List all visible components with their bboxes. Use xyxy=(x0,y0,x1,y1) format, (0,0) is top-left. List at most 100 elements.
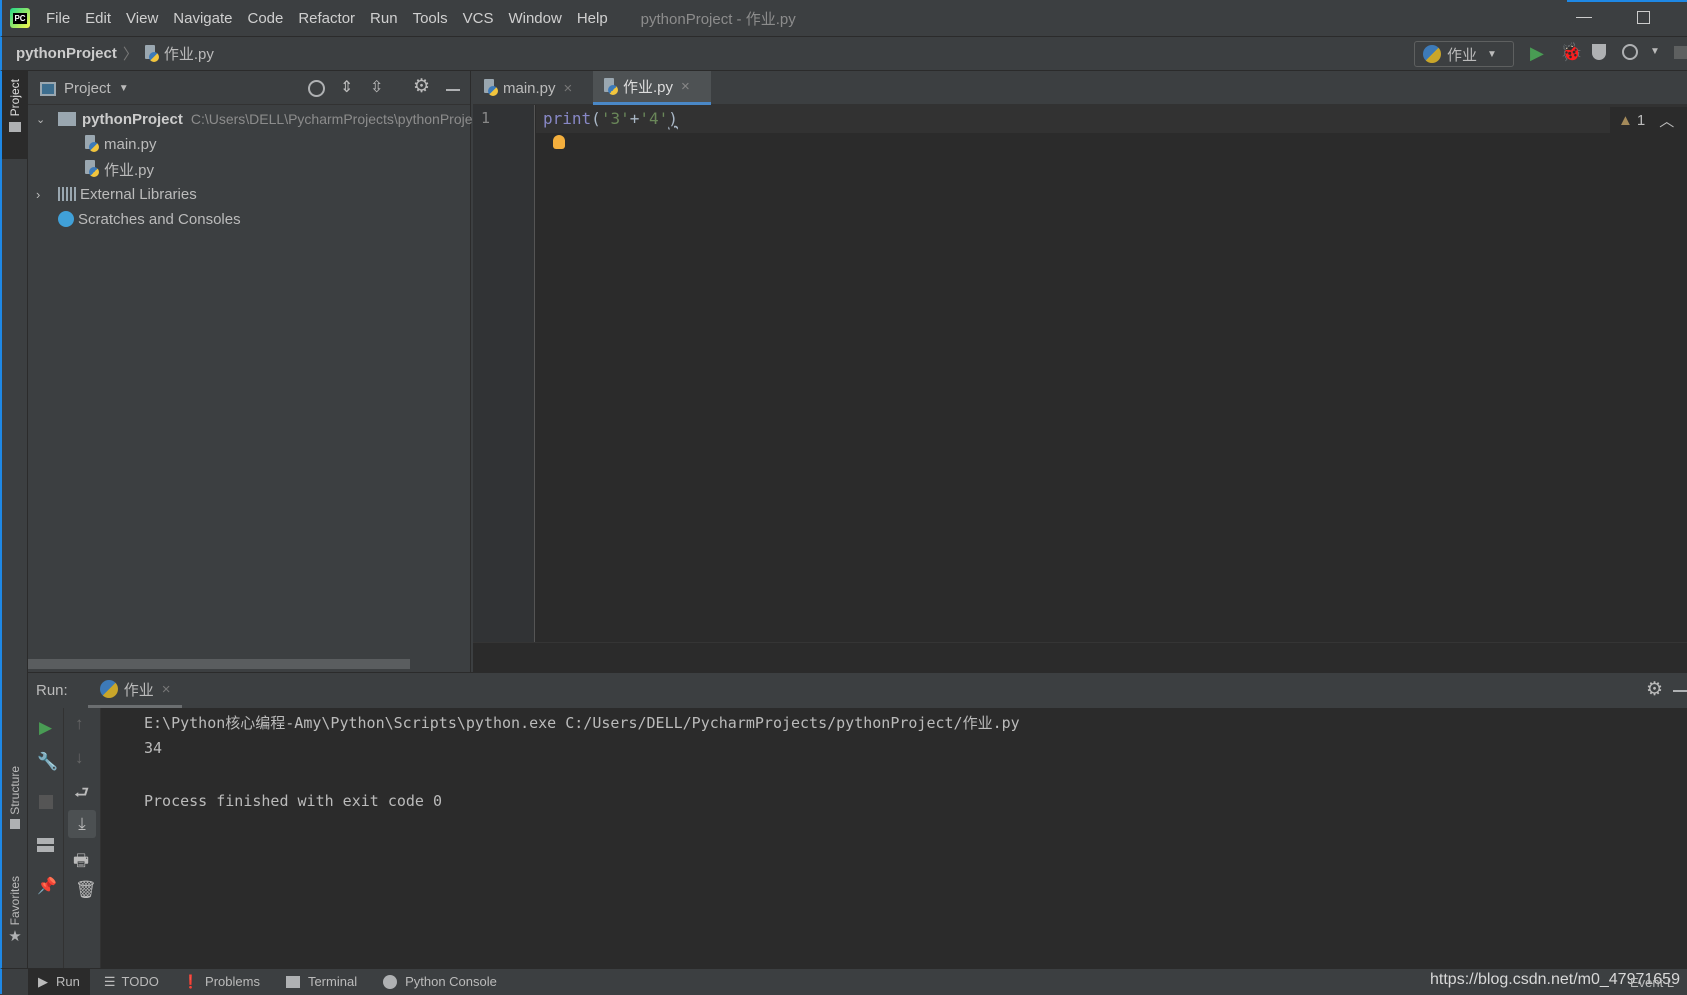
tab-main-py[interactable]: main.py × xyxy=(473,71,590,105)
current-line-highlight xyxy=(536,105,1687,133)
collapse-all-icon[interactable]: ⇳ xyxy=(370,77,383,97)
minimize-button[interactable] xyxy=(1576,17,1592,18)
menu-tools[interactable]: Tools xyxy=(413,10,448,27)
tool-tab-todo[interactable]: ☰ TODO xyxy=(104,974,159,990)
gear-icon[interactable]: ⚙ xyxy=(1646,678,1663,701)
tool-tab-terminal[interactable]: Terminal xyxy=(285,974,357,989)
project-view-icon xyxy=(40,81,56,96)
stop-icon[interactable] xyxy=(39,795,53,809)
tool-tab-problems[interactable]: ❗ Problems xyxy=(183,974,260,990)
hide-icon[interactable] xyxy=(1673,690,1687,692)
line-number: 1 xyxy=(481,109,491,127)
python-console-icon xyxy=(383,974,398,989)
chevron-up-icon[interactable]: ︿ xyxy=(1659,110,1674,131)
run-panel-label: Run: xyxy=(36,682,68,699)
run-icon[interactable]: ▶ xyxy=(1530,43,1544,64)
python-file-icon xyxy=(84,135,100,153)
wrench-icon[interactable]: 🔧 xyxy=(37,752,58,772)
menu-help[interactable]: Help xyxy=(577,10,608,27)
left-tool-strip: Project Structure Favorites ★ xyxy=(0,71,28,968)
event-log-button[interactable]: Event L xyxy=(1630,975,1674,990)
project-view-selector[interactable]: Project xyxy=(64,80,111,97)
hide-icon[interactable] xyxy=(446,89,460,91)
structure-icon xyxy=(10,818,20,829)
arrow-down-icon[interactable]: ↓ xyxy=(75,748,84,768)
lightbulb-icon[interactable] xyxy=(553,135,565,149)
arrow-up-icon[interactable]: ↑ xyxy=(75,714,84,734)
tab-label: 作业.py xyxy=(623,79,674,96)
stop-icon[interactable] xyxy=(1674,46,1687,59)
profile-icon[interactable] xyxy=(1622,44,1638,60)
menu-window[interactable]: Window xyxy=(508,10,561,27)
rerun-icon[interactable]: ▶ xyxy=(39,718,52,738)
tree-item-scratches[interactable]: Scratches and Consoles xyxy=(58,207,241,231)
structure-tool-label: Structure xyxy=(8,766,22,815)
console-line-command: E:\Python核心编程-Amy\Python\Scripts\python.… xyxy=(144,714,1020,732)
run-tab[interactable]: 作业 × xyxy=(87,673,183,708)
run-tab-label: 作业 xyxy=(123,681,154,699)
soft-wrap-icon[interactable]: ⮐ xyxy=(74,780,89,809)
close-icon[interactable]: × xyxy=(564,80,573,97)
menu-bar: File Edit View Navigate Code Refactor Ru… xyxy=(46,10,623,27)
run-panel: Run: 作业 × ⚙ ▶ 🔧 📌 ↑ ↓ ⮐ ⤓ 🖶 🗑 E:\Python核… xyxy=(28,672,1687,969)
run-config-selector[interactable]: 作业 ▼ xyxy=(1414,41,1514,67)
tool-tab-label: Problems xyxy=(205,974,260,989)
scroll-to-end-icon[interactable]: ⤓ xyxy=(68,810,96,838)
tree-item-project-root[interactable]: ⌄ pythonProject C:\Users\DELL\PycharmPro… xyxy=(36,107,483,131)
terminal-icon xyxy=(285,975,300,988)
run-toolbar-secondary: ↑ ↓ ⮐ ⤓ 🖶 🗑 xyxy=(64,708,101,969)
project-tool-button[interactable]: Project xyxy=(2,71,28,159)
debug-icon[interactable]: 🐞 xyxy=(1560,42,1582,63)
breadcrumb-file[interactable]: 作业.py xyxy=(164,43,214,64)
inspection-widget[interactable]: ▲ 1 ︿ xyxy=(1610,107,1687,133)
breadcrumb-separator-icon: 〉 xyxy=(122,46,138,63)
close-icon[interactable]: × xyxy=(681,78,690,95)
trash-icon[interactable]: 🗑 xyxy=(75,880,97,900)
menu-vcs[interactable]: VCS xyxy=(463,10,494,27)
close-icon[interactable]: × xyxy=(162,681,171,698)
favorites-tool-button[interactable]: Favorites ★ xyxy=(2,876,28,945)
coverage-icon[interactable] xyxy=(1592,44,1606,60)
tree-item-external-libraries[interactable]: › External Libraries xyxy=(36,182,197,206)
run-config-label: 作业 xyxy=(1447,46,1478,64)
problems-icon: ❗ xyxy=(182,973,200,989)
python-file-icon xyxy=(84,160,100,178)
folder-icon xyxy=(58,112,76,126)
gear-icon[interactable]: ⚙ xyxy=(413,75,430,98)
code-line[interactable]: print('3'+'4') xyxy=(543,109,678,128)
tab-zuoye-py[interactable]: 作业.py × xyxy=(593,71,711,105)
tool-tab-run[interactable]: ▶ Run xyxy=(28,968,90,995)
menu-view[interactable]: View xyxy=(126,10,158,27)
pin-icon[interactable]: 📌 xyxy=(37,876,57,896)
menu-run[interactable]: Run xyxy=(370,10,398,27)
tree-item-zuoye-py[interactable]: 作业.py xyxy=(84,157,154,181)
horizontal-scrollbar[interactable] xyxy=(28,659,410,669)
app-logo-text: PC xyxy=(13,12,27,24)
expand-all-icon[interactable]: ⇕ xyxy=(340,77,353,97)
chevron-down-icon[interactable]: ⌄ xyxy=(36,113,54,126)
layout-icon[interactable] xyxy=(37,838,54,852)
tree-item-main-py[interactable]: main.py xyxy=(84,132,157,156)
scratches-icon xyxy=(58,211,74,227)
project-tool-label: Project xyxy=(8,79,22,117)
list-icon: ☰ xyxy=(103,973,116,989)
maximize-button[interactable] xyxy=(1637,11,1650,24)
code-string: '4' xyxy=(639,109,669,128)
chevron-down-icon[interactable]: ▼ xyxy=(1650,46,1660,57)
menu-navigate[interactable]: Navigate xyxy=(173,10,232,27)
menu-file[interactable]: File xyxy=(46,10,70,27)
run-panel-header: Run: 作业 × ⚙ xyxy=(28,673,1687,708)
breadcrumb-project[interactable]: pythonProject xyxy=(16,45,117,62)
chevron-down-icon[interactable]: ▼ xyxy=(119,83,129,94)
chevron-right-icon[interactable]: › xyxy=(36,187,58,202)
run-icon: ▶ xyxy=(38,973,48,989)
console-output[interactable]: E:\Python核心编程-Amy\Python\Scripts\python.… xyxy=(101,708,1687,969)
editor-tabs: main.py × 作业.py × xyxy=(473,71,1687,105)
menu-edit[interactable]: Edit xyxy=(85,10,111,27)
menu-code[interactable]: Code xyxy=(247,10,283,27)
tool-tab-python-console[interactable]: Python Console xyxy=(383,974,497,989)
menu-refactor[interactable]: Refactor xyxy=(298,10,355,27)
locate-icon[interactable] xyxy=(308,80,325,97)
structure-tool-button[interactable]: Structure xyxy=(2,766,28,829)
print-icon[interactable]: 🖶 xyxy=(73,848,89,877)
